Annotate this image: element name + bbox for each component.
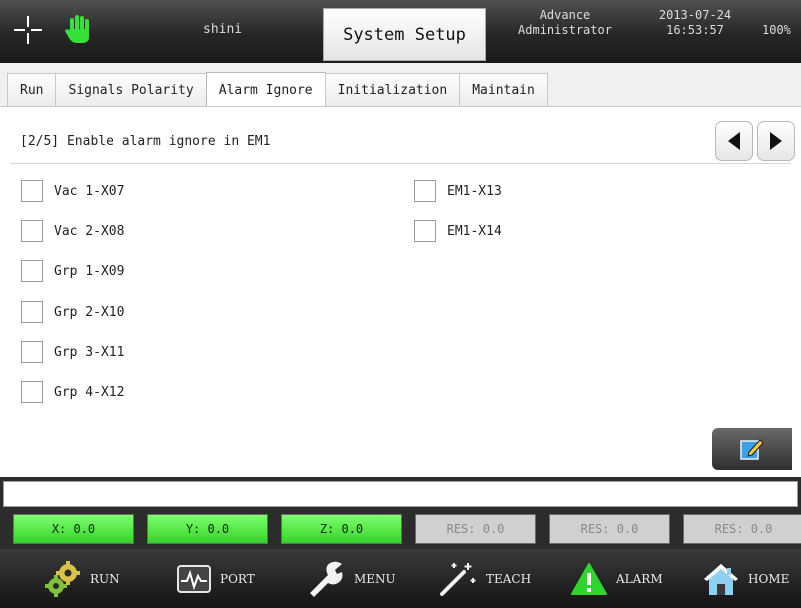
- checkbox-label: Grp 3-X11: [54, 344, 125, 360]
- nav-alarm[interactable]: ALARM: [570, 549, 663, 608]
- message-bar: [0, 477, 801, 511]
- tab-initialization[interactable]: Initialization: [324, 73, 461, 106]
- alarm-ignore-panel: [2/5] Enable alarm ignore in EM1 Vac 1-X…: [0, 107, 801, 477]
- checkbox-label: Grp 2-X10: [54, 304, 125, 320]
- coord-res-2: RES: 0.0: [549, 514, 670, 544]
- arrow-left-icon: [728, 132, 740, 150]
- tab-strip: Run Signals Polarity Alarm Ignore Initia…: [7, 72, 548, 107]
- coord-x: X: 0.0: [13, 514, 134, 544]
- next-page-button[interactable]: [757, 121, 795, 161]
- nav-run[interactable]: RUN: [44, 549, 120, 608]
- coordinate-bar: X: 0.0 Y: 0.0 Z: 0.0 RES: 0.0 RES: 0.0 R…: [0, 511, 801, 549]
- checkbox[interactable]: [414, 180, 436, 202]
- gears-icon: [45, 560, 80, 597]
- role-line-2: Administrator: [518, 23, 612, 37]
- nav-label: TEACH: [486, 571, 532, 586]
- checkbox-item-vac-1-x07[interactable]: Vac 1-X07: [21, 179, 124, 203]
- checkbox[interactable]: [21, 220, 43, 242]
- coord-y: Y: 0.0: [147, 514, 268, 544]
- checkbox-label: EM1-X14: [447, 223, 502, 239]
- battery-level: 100%: [762, 23, 791, 37]
- top-bar: shini System Setup Advance Administrator…: [0, 0, 801, 63]
- nav-port[interactable]: PORT: [176, 549, 255, 608]
- date-text: 2013-07-24: [658, 8, 732, 22]
- tab-signals-polarity[interactable]: Signals Polarity: [55, 73, 207, 106]
- edit-icon: [740, 439, 764, 460]
- arrow-right-icon: [770, 132, 782, 150]
- coord-res-1: RES: 0.0: [415, 514, 536, 544]
- checkbox[interactable]: [414, 220, 436, 242]
- nav-teach[interactable]: TEACH: [438, 549, 531, 608]
- checkbox-item-em1-x13[interactable]: EM1-X13: [414, 179, 502, 203]
- magic-wand-icon: [440, 562, 476, 596]
- nav-menu[interactable]: MENU: [306, 549, 396, 608]
- pulse-monitor-icon: [177, 564, 211, 593]
- page-title: System Setup: [323, 8, 486, 61]
- wrench-icon: [310, 561, 343, 597]
- checkbox[interactable]: [21, 180, 43, 202]
- checkbox-item-em1-x14[interactable]: EM1-X14: [414, 219, 502, 243]
- nav-label: MENU: [354, 571, 396, 586]
- nav-home[interactable]: HOME: [702, 549, 789, 608]
- time-text: 16:53:57: [666, 23, 724, 37]
- checkbox-label: Vac 2-X08: [54, 223, 125, 239]
- role-line-1: Advance: [539, 8, 591, 22]
- checkbox-label: Grp 4-X12: [54, 384, 125, 400]
- coord-z: Z: 0.0: [281, 514, 402, 544]
- checkbox-label: Grp 1-X09: [54, 263, 125, 279]
- nav-label: PORT: [220, 571, 255, 586]
- previous-page-button[interactable]: [715, 121, 753, 161]
- checkbox-item-grp-4-x12[interactable]: Grp 4-X12: [21, 380, 124, 404]
- user-role: Advance Administrator: [510, 8, 620, 38]
- nav-label: ALARM: [616, 571, 663, 586]
- datetime: 2013-07-24 16:53:57: [652, 8, 738, 38]
- bottom-nav: RUN PORT MENU TEACH ALARM HOME: [0, 549, 801, 608]
- tab-alarm-ignore[interactable]: Alarm Ignore: [205, 72, 326, 107]
- checkbox-item-grp-3-x11[interactable]: Grp 3-X11: [21, 340, 124, 364]
- tab-bar: Run Signals Polarity Alarm Ignore Initia…: [0, 63, 801, 107]
- coord-res-3: RES: 0.0: [683, 514, 801, 544]
- checkbox-label: EM1-X13: [447, 183, 502, 199]
- checkbox-item-grp-1-x09[interactable]: Grp 1-X09: [21, 259, 124, 283]
- nav-label: HOME: [748, 571, 790, 586]
- edit-button[interactable]: [712, 428, 792, 470]
- message-field: [3, 481, 798, 507]
- warning-icon: [571, 562, 607, 595]
- checkbox-label: Vac 1-X07: [54, 183, 125, 199]
- checkbox[interactable]: [21, 341, 43, 363]
- checkbox-item-vac-2-x08[interactable]: Vac 2-X08: [21, 219, 124, 243]
- page-heading: [2/5] Enable alarm ignore in EM1: [20, 134, 271, 149]
- checkbox[interactable]: [21, 301, 43, 323]
- checkbox[interactable]: [21, 260, 43, 282]
- tab-maintain[interactable]: Maintain: [459, 73, 548, 106]
- nav-label: RUN: [90, 571, 120, 586]
- tab-run[interactable]: Run: [7, 73, 57, 106]
- checkbox-item-grp-2-x10[interactable]: Grp 2-X10: [21, 300, 124, 324]
- hand-stop-icon[interactable]: [62, 12, 96, 46]
- house-icon: [704, 563, 738, 595]
- crosshair-icon[interactable]: [12, 14, 44, 46]
- user-name: shini: [203, 22, 243, 37]
- divider: [10, 163, 791, 164]
- checkbox[interactable]: [21, 381, 43, 403]
